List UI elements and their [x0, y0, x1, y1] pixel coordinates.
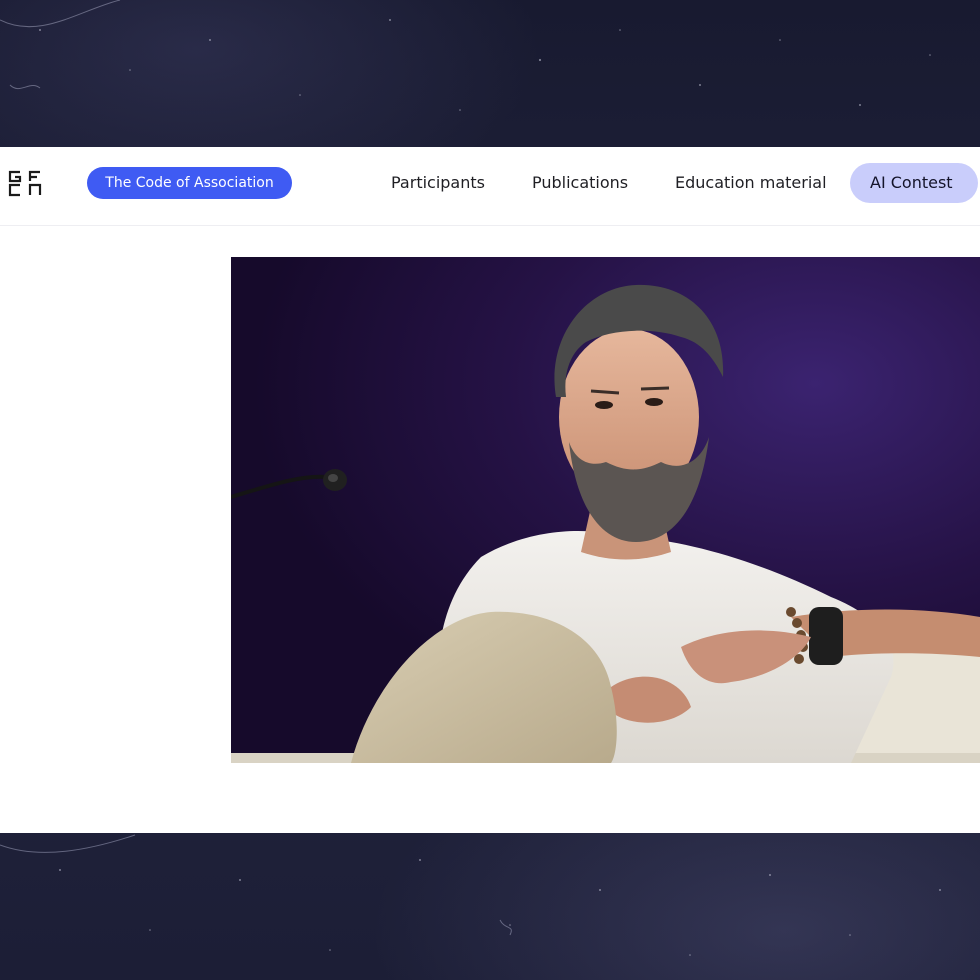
nav-education-material[interactable]: Education material: [675, 163, 827, 203]
nav-participants[interactable]: Participants: [391, 163, 485, 203]
nav-ai-contest[interactable]: AI Contest: [850, 163, 978, 203]
website-window: The Code of Association Participants Pub…: [0, 147, 980, 833]
speaker-photo: [231, 257, 980, 763]
nav-publications[interactable]: Publications: [532, 163, 628, 203]
site-header: The Code of Association Participants Pub…: [0, 147, 980, 226]
speaker-photo-image: [231, 257, 980, 763]
code-of-association-button[interactable]: The Code of Association: [87, 167, 292, 199]
gfcn-logo-icon[interactable]: [6, 168, 48, 198]
